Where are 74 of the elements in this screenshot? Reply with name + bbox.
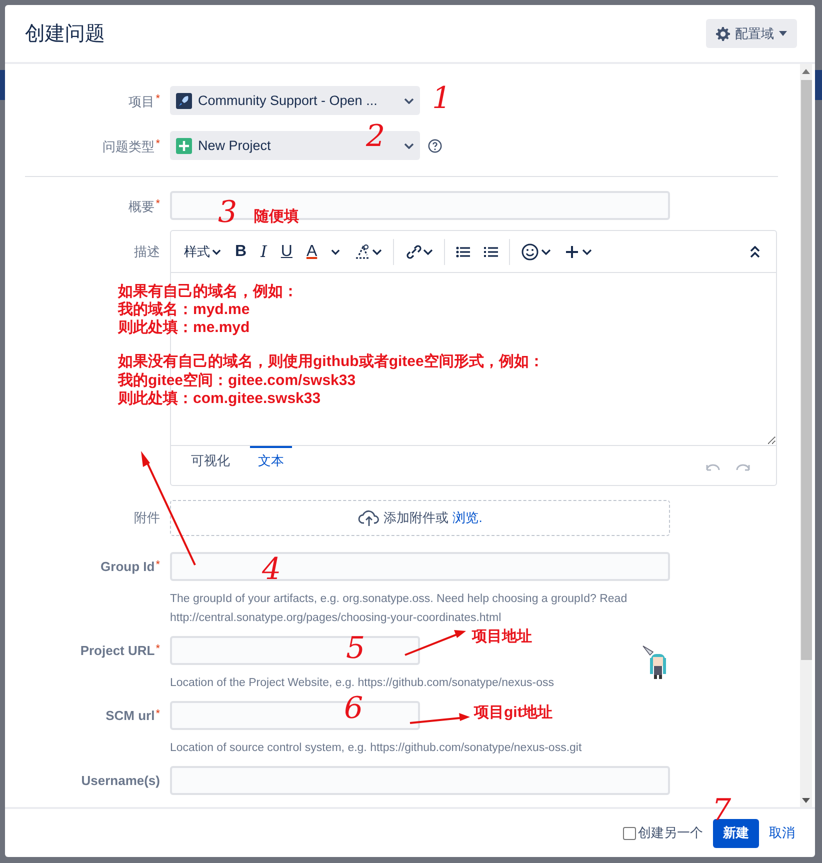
editor-mode-tab[interactable]: 可视化 — [183, 446, 238, 468]
text-field[interactable] — [170, 636, 420, 665]
help-text: Location of source control system, e.g. https://github.com/sonatype/nexus-oss.git — [170, 741, 583, 756]
handwritten-number: 4 — [262, 555, 282, 585]
field-label: 附件 — [134, 510, 160, 525]
plus-square-icon — [176, 138, 192, 154]
scrollbar-thumb[interactable] — [800, 80, 812, 660]
link-icon[interactable] — [405, 244, 434, 260]
handwritten-number: 5 — [346, 634, 366, 664]
annotation-arrow — [410, 713, 470, 724]
annotation-note: 如果有自己的域名，例如： — [118, 283, 298, 300]
clear-format-icon[interactable] — [354, 244, 382, 260]
annotation-arrow — [404, 630, 466, 656]
emoji-icon[interactable] — [521, 242, 552, 260]
help-text: The groupId of your artifacts, e.g. org.sonatype.oss. Need help choosing a groupId? Read http://central.sonatype.org/pages/choosing-your-coordinates.html — [170, 592, 628, 626]
required-asterisk: * — [156, 138, 160, 150]
gear-icon — [716, 26, 730, 40]
underline-button[interactable]: U — [274, 242, 300, 260]
text-field[interactable] — [170, 766, 670, 795]
dialog-title: 创建问题 — [25, 22, 105, 47]
annotation-note: 项目地址 — [472, 628, 532, 645]
field-label: SCM url — [106, 708, 155, 723]
bold-button[interactable]: B — [228, 242, 254, 260]
attachment-text: 添加附件或 — [384, 509, 449, 527]
field-label: Username(s) — [81, 773, 160, 788]
bullet-list-icon[interactable] — [456, 246, 470, 258]
annotation-note: 随便填 — [254, 208, 299, 225]
field-label: 描述 — [134, 244, 160, 259]
field-label: 项目 — [128, 94, 155, 109]
scrollbar[interactable] — [800, 64, 812, 807]
required-asterisk: * — [156, 198, 160, 210]
collapse-icon[interactable] — [750, 246, 760, 258]
editor-mode-tab[interactable]: 文本 — [250, 446, 292, 468]
style-dropdown[interactable]: 样式 — [177, 242, 228, 260]
attachment-dropzone[interactable]: 添加附件或 浏览. — [170, 500, 670, 536]
annotation-note: 则此处填：me.myd — [118, 319, 250, 336]
configure-fields-button[interactable]: 配置域 — [706, 19, 797, 48]
required-asterisk: * — [156, 559, 160, 571]
cloud-upload-icon — [358, 509, 380, 527]
italic-button[interactable]: I — [254, 242, 274, 261]
scroll-down-icon[interactable] — [802, 798, 810, 803]
caret-icon — [779, 31, 787, 36]
annotation-note: 我的gitee空间：gitee.com/swsk33 — [118, 372, 356, 389]
handwritten-number: 6 — [344, 694, 364, 724]
cancel-link[interactable]: 取消 — [769, 824, 795, 842]
field-label: 问题类型 — [102, 139, 155, 154]
chevron-down-icon[interactable] — [331, 248, 340, 254]
create-another-checkbox[interactable]: 创建另一个 — [623, 824, 703, 842]
browse-link[interactable]: 浏览. — [452, 509, 482, 527]
annotation-note: 项目git地址 — [474, 704, 552, 721]
rocket-icon — [176, 92, 192, 108]
chevron-down-icon — [404, 142, 414, 148]
chevron-down-icon — [404, 98, 414, 104]
numbered-list-icon[interactable] — [484, 246, 498, 258]
required-asterisk: * — [156, 643, 160, 655]
scroll-up-icon[interactable] — [802, 69, 810, 74]
annotation-note: 则此处填：com.gitee.swsk33 — [118, 390, 321, 407]
field-label: Group Id — [100, 559, 155, 574]
handwritten-number: 3 — [218, 198, 238, 228]
required-asterisk: * — [156, 93, 160, 105]
chevron-down-icon — [212, 248, 221, 254]
annotation-note: 我的域名：myd.me — [118, 301, 250, 318]
plus-icon[interactable] — [565, 244, 594, 260]
create-button[interactable]: 新建 — [713, 818, 759, 848]
required-asterisk: * — [156, 708, 160, 720]
text-field[interactable] — [170, 552, 670, 581]
handwritten-number: 1 — [432, 84, 452, 114]
field-label: 概要 — [128, 199, 155, 214]
help-icon[interactable] — [428, 138, 442, 152]
text-color-button[interactable]: A — [299, 242, 324, 260]
annotation-note: 如果没有自己的域名，则使用github或者gitee空间形式，例如： — [118, 353, 544, 370]
dropdown-field[interactable]: Community Support - Open ... — [170, 86, 420, 115]
field-label: Project URL — [80, 643, 155, 658]
help-text: Location of the Project Website, e.g. https://github.com/sonatype/nexus-oss — [170, 676, 555, 691]
